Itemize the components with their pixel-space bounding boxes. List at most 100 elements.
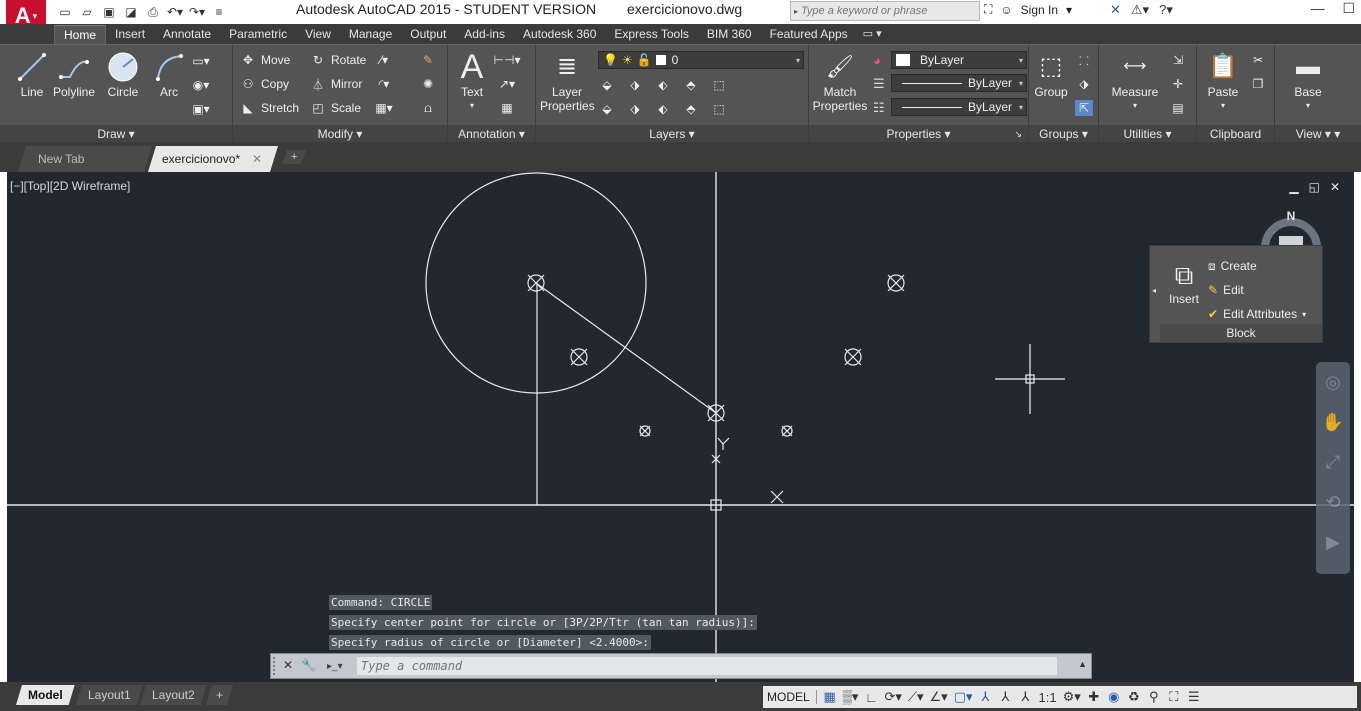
arc-button[interactable]: Arc <box>152 49 186 99</box>
help-search[interactable]: ▸ <box>790 1 980 21</box>
properties-panel-title[interactable]: Properties ▾ ↘ <box>809 125 1028 143</box>
trim-button[interactable]: ⁄▾ <box>375 50 393 70</box>
quick-select-button[interactable]: ⇲ <box>1169 50 1187 70</box>
fillet-button[interactable]: ◜▾ <box>375 74 393 94</box>
groups-panel-title[interactable]: Groups ▾ <box>1029 125 1098 143</box>
scale-button[interactable]: ◰ Scale <box>309 98 361 118</box>
clipboard-panel-title[interactable]: Clipboard <box>1197 125 1274 143</box>
sign-in-dropdown-icon[interactable]: ▾ <box>1066 3 1072 17</box>
rotate-button[interactable]: ↻ Rotate <box>309 50 366 70</box>
restore-viewport-icon[interactable]: ◱ <box>1309 180 1320 194</box>
plot-icon[interactable]: ⎙ <box>144 4 162 20</box>
calculator-button[interactable]: ▤ <box>1169 98 1187 118</box>
maximize-icon[interactable]: ☐ <box>1342 0 1355 17</box>
close-viewport-icon[interactable]: ✕ <box>1330 180 1340 194</box>
close-command-line-icon[interactable]: ✕ <box>283 658 293 672</box>
tab-manage[interactable]: Manage <box>340 25 401 44</box>
annotation-panel-title[interactable]: Annotation ▾ <box>448 125 535 143</box>
measure-button[interactable]: ⟷ Measure ▾ <box>1109 49 1161 113</box>
showmotion-icon[interactable]: ▶ <box>1316 522 1350 562</box>
steering-wheel-icon[interactable]: ◎ <box>1316 362 1350 402</box>
tab-parametric[interactable]: Parametric <box>220 25 296 44</box>
add-layout-button[interactable]: + <box>206 685 233 705</box>
point-marker[interactable] <box>570 348 588 366</box>
copy-button[interactable]: ⚇ Copy <box>239 74 289 94</box>
tab-output[interactable]: Output <box>401 25 455 44</box>
orbit-icon[interactable]: ⟲ <box>1316 482 1350 522</box>
zoom-extents-icon[interactable]: ⤢ <box>1316 442 1350 482</box>
draw-panel-title[interactable]: Draw ▾ <box>0 125 232 143</box>
point-marker[interactable] <box>844 348 862 366</box>
tab-featured-apps[interactable]: Featured Apps <box>761 25 857 44</box>
circle-button[interactable]: Circle <box>104 49 142 99</box>
layer-off-icon[interactable]: ⬙ <box>598 77 616 93</box>
search-input[interactable] <box>801 5 971 17</box>
hardware-acceleration-icon[interactable]: ♻ <box>1127 689 1141 705</box>
layer-walk-icon[interactable]: ⬗ <box>626 101 644 117</box>
minimize-viewport-icon[interactable]: ▁ <box>1289 180 1298 194</box>
fullscreen-icon[interactable]: ⛶ <box>1167 689 1181 705</box>
tab-autodesk-360[interactable]: Autodesk 360 <box>514 25 605 44</box>
insert-block-button[interactable]: ⧉ Insert <box>1164 258 1204 306</box>
edit-block-button[interactable]: ✎ Edit <box>1208 278 1306 302</box>
table-button[interactable]: ▦ <box>498 98 516 118</box>
tab-annotate[interactable]: Annotate <box>154 25 220 44</box>
offset-button[interactable]: ⩍ <box>419 98 437 118</box>
tab-bim-360[interactable]: BIM 360 <box>698 25 761 44</box>
grid-icon[interactable]: ▦ <box>823 689 837 705</box>
layout-tab-layout1[interactable]: Layout1 <box>76 685 143 705</box>
command-input[interactable] <box>357 657 1057 675</box>
command-line-grip[interactable] <box>273 657 278 675</box>
modify-panel-title[interactable]: Modify ▾ <box>233 125 447 143</box>
group-button[interactable]: ⬚ Group <box>1031 49 1071 100</box>
customization-menu-icon[interactable]: ☰ <box>1187 689 1201 705</box>
point-marker[interactable] <box>770 490 784 504</box>
isodraft-icon[interactable]: ⟋▾ <box>908 689 924 705</box>
point-marker[interactable] <box>887 274 905 292</box>
mirror-button[interactable]: ⏃ Mirror <box>309 74 362 94</box>
create-block-button[interactable]: ⧈ Create <box>1208 254 1306 278</box>
id-point-button[interactable]: ✛ <box>1169 74 1187 94</box>
ortho-icon[interactable]: ∟ <box>864 690 878 705</box>
file-tab-new[interactable]: New Tab <box>18 146 152 172</box>
object-snap-tracking-icon[interactable]: ∠▾ <box>930 689 948 705</box>
binoculars-icon[interactable]: ⛶ <box>984 2 992 17</box>
cut-button[interactable]: ✂ <box>1249 50 1267 70</box>
clean-screen-icon[interactable]: ⚲ <box>1147 689 1161 705</box>
match-properties-button[interactable]: 🖌 Match Properties <box>811 49 869 114</box>
sign-in-button[interactable]: Sign In <box>1021 3 1058 17</box>
annotation-visibility-icon[interactable]: ⅄ <box>979 689 993 705</box>
layer-properties-button[interactable]: ≣ Layer Properties <box>540 49 595 114</box>
copy-clip-button[interactable]: ❐ <box>1249 74 1267 94</box>
edit-attributes-button[interactable]: ✔ Edit Attributes ▾ <box>1208 302 1306 326</box>
group-selection-button[interactable]: ⇱ <box>1075 98 1093 118</box>
paste-button[interactable]: 📋 Paste ▾ <box>1205 49 1241 113</box>
layer-thaw-icon[interactable]: ⬖ <box>654 101 672 117</box>
pan-hand-icon[interactable]: ✋ <box>1316 402 1350 442</box>
layout-tab-model[interactable]: Model <box>16 685 75 705</box>
color-dropdown[interactable]: ByLayer ▾ <box>891 51 1027 69</box>
move-button[interactable]: ✥ Move <box>239 50 290 70</box>
command-prompt-icon[interactable]: ▸_▾ <box>327 657 347 675</box>
annotation-monitor-icon[interactable]: ✚ <box>1087 689 1101 705</box>
layout-tab-layout2[interactable]: Layout2 <box>140 685 207 705</box>
stretch-button[interactable]: ◣ Stretch <box>239 98 299 118</box>
open-file-icon[interactable]: ▱ <box>78 4 96 20</box>
exchange-apps-icon[interactable]: ✕ <box>1110 2 1121 18</box>
layer-match-icon[interactable]: ⬚ <box>710 77 728 93</box>
group-edit-button[interactable]: ⬗ <box>1075 74 1093 94</box>
autoscale-icon[interactable]: ⅄ <box>999 689 1013 705</box>
collapse-caret-icon[interactable]: ◂ <box>1152 286 1156 295</box>
line-button[interactable]: Line <box>14 49 50 99</box>
point-marker[interactable] <box>781 425 793 437</box>
array-button[interactable]: ▦▾ <box>375 98 393 118</box>
leader-button[interactable]: ↗▾ <box>498 74 516 94</box>
layer-lock-icon[interactable]: ⬘ <box>682 77 700 93</box>
undo-icon[interactable]: ↶▾ <box>166 4 184 20</box>
polar-icon[interactable]: ⟳▾ <box>884 689 901 705</box>
tab-express-tools[interactable]: Express Tools <box>605 25 697 44</box>
base-view-button[interactable]: ▬ Base ▾ <box>1283 49 1333 113</box>
customize-qat-icon[interactable]: ≡ <box>210 4 228 20</box>
snap-icon[interactable]: ▒▾ <box>843 689 859 705</box>
redo-icon[interactable]: ↷▾ <box>188 4 206 20</box>
